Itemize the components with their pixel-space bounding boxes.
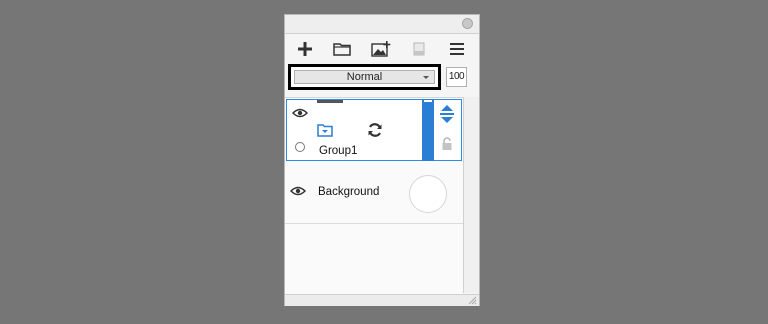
layer-name: Background	[318, 186, 380, 198]
folder-icon	[333, 43, 351, 56]
expand-collapse-icon	[440, 105, 454, 123]
chevron-down-icon	[423, 76, 429, 79]
image-add-icon	[371, 41, 391, 57]
resize-grip-icon[interactable]	[468, 296, 477, 305]
lock-button[interactable]	[433, 130, 461, 158]
new-layer-button[interactable]	[293, 37, 317, 61]
layer-name: Group1	[319, 145, 358, 157]
hamburger-menu-icon	[450, 43, 464, 55]
panel-close-button[interactable]	[462, 18, 473, 29]
panel-titlebar	[285, 15, 479, 34]
layer-panel: Normal 100 Group1 Background	[284, 14, 480, 306]
new-image-layer-button[interactable]	[369, 37, 393, 61]
eye-icon[interactable]	[292, 108, 308, 118]
layer-row-background[interactable]: Background	[285, 162, 463, 224]
folder-icon	[317, 124, 333, 137]
opacity-field[interactable]: 100	[446, 67, 467, 87]
layer-thumbnail	[409, 175, 447, 213]
group-tab	[317, 100, 343, 103]
blend-mode-highlight: Normal	[288, 64, 441, 90]
blend-mode-value: Normal	[346, 71, 383, 83]
panel-footer	[285, 294, 479, 306]
layer-select-radio[interactable]	[295, 142, 305, 152]
new-folder-button[interactable]	[330, 37, 354, 61]
plus-icon	[298, 42, 312, 56]
mask-icon	[413, 42, 425, 56]
panel-menu-button[interactable]	[445, 37, 469, 61]
expand-collapse-button[interactable]	[433, 100, 461, 128]
mask-button[interactable]	[407, 37, 431, 61]
refresh-icon	[368, 123, 382, 137]
blend-mode-dropdown[interactable]: Normal	[294, 70, 435, 84]
layer-list: Group1 Background	[285, 97, 463, 294]
layer-side-column	[463, 97, 479, 293]
layer-toolbar	[285, 37, 479, 63]
eye-icon[interactable]	[290, 186, 306, 196]
lock-icon	[442, 137, 452, 150]
